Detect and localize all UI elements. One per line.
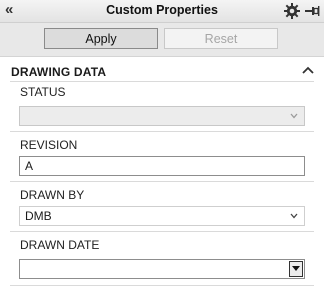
reset-button[interactable]: Reset [164,28,278,49]
action-toolbar: Apply Reset [0,23,324,57]
caret-down-icon [292,266,300,271]
revision-input[interactable]: A [19,156,305,176]
gear-icon[interactable] [283,2,301,20]
status-dropdown[interactable] [19,106,305,126]
field-divider [10,181,314,182]
panel-title-bar: « Custom Properties [0,0,324,23]
pin-icon[interactable] [304,3,320,19]
field-divider [10,285,314,286]
section-title: DRAWING DATA [11,65,107,79]
drawn-date-label: DRAWN DATE [20,238,100,252]
chevron-down-icon [290,113,298,119]
drawn-by-value: DMB [25,209,52,223]
panel-title: Custom Properties [106,3,218,17]
drawn-date-picker[interactable] [19,259,305,279]
drawing-data-section-header[interactable]: DRAWING DATA [0,60,324,82]
apply-button[interactable]: Apply [44,28,158,49]
date-dropdown-button[interactable] [289,261,303,277]
revision-label: REVISION [20,138,78,152]
field-divider [10,231,314,232]
chevron-up-icon[interactable] [302,65,314,75]
drawn-by-dropdown[interactable]: DMB [19,206,305,226]
section-divider [10,81,314,82]
status-label: STATUS [20,85,66,99]
drawn-by-label: DRAWN BY [20,188,85,202]
chevron-down-icon [290,213,298,219]
field-divider [10,131,314,132]
